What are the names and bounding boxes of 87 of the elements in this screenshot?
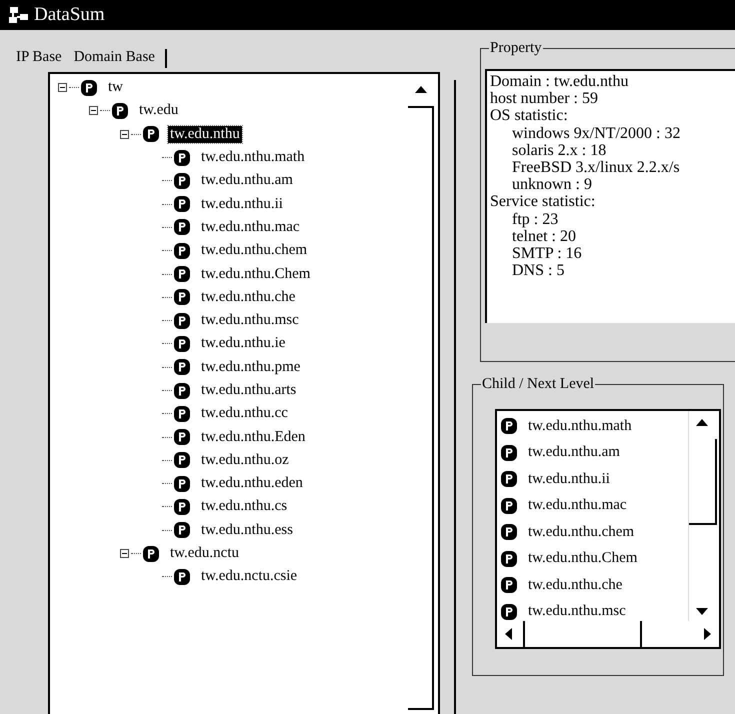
node-icon [174,336,190,352]
collapse-toggle-icon[interactable] [120,549,129,558]
tree-item[interactable]: tw.edu.nctu [168,545,242,562]
tree-item[interactable]: tw.edu.nthu.oz [199,452,291,469]
group-title: Child / Next Level [481,376,596,393]
property-line: host number : 59 [490,90,599,108]
property-line: DNS : 5 [511,262,566,280]
tree-item[interactable]: tw.edu.nthu.cc [199,405,290,422]
node-icon [174,219,190,236]
node-icon [501,498,517,514]
tree-item[interactable]: tw.edu.nthu.am [199,172,295,190]
property-line: windows 9x/NT/2000 : 32 [511,124,682,142]
property-line: solaris 2.x : 18 [511,142,608,160]
node-icon [174,429,190,446]
node-icon [174,359,190,376]
node-icon [143,126,159,142]
node-icon [174,452,190,468]
node-icon [174,150,190,166]
app-icon [8,5,30,25]
node-icon [174,568,190,585]
list-item[interactable]: tw.edu.nthu.mac [528,497,627,514]
node-icon [501,524,517,540]
tree-item[interactable]: tw.edu.nctu.csie [199,568,300,586]
tree-item[interactable]: tw.edu.nthu.ii [199,196,285,213]
tree-item[interactable]: tw.edu.nthu.chem [199,242,310,260]
tree-item[interactable]: tw.edu.nthu.math [199,149,307,166]
property-line: ftp : 23 [511,210,560,228]
scroll-up-icon[interactable] [415,86,427,93]
property-line: Domain : tw.edu.nthu [490,73,630,90]
list-item[interactable]: tw.edu.nthu.Chem [528,550,638,568]
node-icon [174,242,190,259]
node-icon [174,289,190,306]
tree-item[interactable]: tw.edu.nthu.che [199,288,298,306]
collapse-toggle-icon[interactable] [120,130,129,139]
list-item[interactable]: tw.edu.nthu.msc [528,603,626,620]
scroll-right-icon[interactable] [704,628,711,640]
tree-item[interactable]: tw.edu.nthu.eden [199,475,305,492]
node-icon [143,546,159,562]
tree-item[interactable]: tw.edu.nthu.arts [199,382,298,399]
group-title: Property [489,40,543,57]
tab[interactable]: IP Base [12,49,66,68]
node-icon [501,444,517,461]
node-icon [112,102,128,119]
tree-item[interactable]: tw.edu.nthu.msc [199,312,301,330]
tree-item[interactable]: tw.edu.nthu.Eden [199,428,308,446]
node-icon [81,80,97,96]
tree-item[interactable]: tw.edu.nthu [168,126,242,143]
node-icon [174,382,190,398]
tree-item[interactable]: tw.edu.nthu.ess [199,522,295,539]
node-icon [501,604,517,620]
tab[interactable]: Domain Base [70,49,167,68]
property-line: SMTP : 16 [511,245,583,262]
scroll-left-icon[interactable] [505,628,512,640]
window-title: DataSum [34,4,105,26]
node-icon [501,471,517,488]
node-icon [174,476,190,492]
node-icon [174,266,190,282]
tree-item[interactable]: tw [106,79,125,96]
node-icon [174,498,190,515]
property-line: unknown : 9 [511,176,593,194]
scrollbar[interactable] [688,411,719,623]
scroll-up-icon[interactable] [696,419,708,426]
node-icon [174,196,190,212]
node-icon [174,172,190,189]
node-icon [501,550,517,567]
tree-item[interactable]: tw.edu.nthu.Chem [199,266,312,283]
tree-item[interactable]: tw.edu.nthu.ie [199,335,288,352]
property-line: FreeBSD 3.x/linux 2.2.x/s [511,159,681,176]
list-item[interactable]: tw.edu.nthu.che [528,576,622,594]
collapse-toggle-icon[interactable] [58,83,67,92]
tree-item[interactable]: tw.edu [137,102,180,120]
list-item[interactable]: tw.edu.nthu.chem [528,524,634,541]
collapse-toggle-icon[interactable] [89,106,98,116]
list-item[interactable]: tw.edu.nthu.math [528,418,632,435]
property-line: OS statistic: [490,107,569,125]
node-icon [501,577,517,594]
list-item[interactable]: tw.edu.nthu.ii [528,470,610,488]
tree-item[interactable]: tw.edu.nthu.cs [199,498,290,516]
property-line: telnet : 20 [511,228,577,246]
node-icon [174,312,190,329]
tree-item[interactable]: tw.edu.nthu.pme [199,358,302,376]
list-item[interactable]: tw.edu.nthu.am [528,444,620,462]
node-icon [174,406,190,422]
tree-item[interactable]: tw.edu.nthu.mac [199,218,302,236]
node-icon [174,522,190,538]
property-line: Service statistic: [490,193,596,211]
node-icon [501,418,517,434]
